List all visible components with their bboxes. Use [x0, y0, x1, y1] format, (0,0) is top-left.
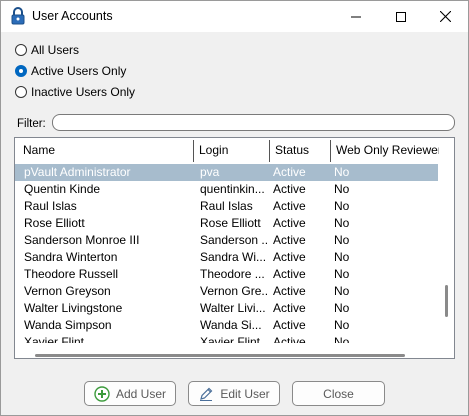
column-header-name[interactable]: Name: [18, 138, 193, 163]
table-row[interactable]: Sanderson Monroe III Sanderson ... Active N…: [15, 232, 439, 249]
radio-button[interactable]: [15, 86, 27, 98]
table-header: Name Login Status Web Only Reviewer: [15, 138, 454, 163]
cell-web-only-reviewer: No: [334, 216, 350, 230]
cell-name: Quentin Kinde: [24, 182, 101, 196]
close-window-button[interactable]: [423, 1, 468, 32]
vertical-scrollbar[interactable]: [438, 163, 454, 343]
cell-login: Sandra Wi...: [200, 250, 267, 264]
add-user-button[interactable]: Add User: [84, 381, 176, 406]
cell-name: Sandra Winterton: [24, 250, 118, 264]
radio-label: Active Users Only: [31, 64, 127, 78]
users-list[interactable]: Name Login Status Web Only Reviewer pVau…: [14, 137, 455, 359]
cell-web-only-reviewer: No: [334, 165, 350, 179]
cell-status: Active: [273, 233, 306, 247]
window-title: User Accounts: [32, 9, 113, 23]
table-row[interactable]: Sandra Winterton Sandra Wi... Active No: [15, 249, 439, 266]
cell-login: Walter Livi...: [200, 301, 266, 315]
minimize-button[interactable]: [333, 1, 378, 32]
cell-login: Theodore ...: [200, 267, 265, 281]
cell-web-only-reviewer: No: [334, 199, 350, 213]
cell-login: Sanderson ...: [200, 233, 268, 247]
cell-web-only-reviewer: No: [334, 284, 350, 298]
table-body: pVault Administrator pva Active No Quentin K…: [15, 164, 439, 351]
filter-label: Filter:: [17, 118, 46, 130]
cell-web-only-reviewer: No: [334, 318, 350, 332]
add-user-label: Add User: [115, 386, 167, 401]
radio-label: Inactive Users Only: [31, 85, 136, 99]
column-header-status[interactable]: Status: [270, 138, 330, 163]
radio-button[interactable]: [15, 65, 27, 77]
cell-login: Wanda Si...: [200, 318, 262, 332]
cell-status: Active: [273, 284, 306, 298]
filter-input[interactable]: [52, 114, 455, 131]
table-row[interactable]: Walter Livingstone Walter Livi... Active No: [15, 300, 439, 317]
cell-login: pva: [200, 165, 220, 179]
cell-name: Theodore Russell: [24, 267, 119, 281]
minimize-icon: [350, 12, 361, 22]
cell-name: Walter Livingstone: [24, 301, 123, 315]
cell-web-only-reviewer: No: [334, 301, 350, 315]
cell-status: Active: [273, 267, 306, 281]
cell-status: Active: [273, 165, 306, 179]
cell-name: Rose Elliott: [24, 216, 85, 230]
table-row[interactable]: Quentin Kinde quentinkin... Active No: [15, 181, 439, 198]
cell-name: Wanda Simpson: [24, 318, 112, 332]
cell-web-only-reviewer: No: [334, 182, 350, 196]
cell-status: Active: [273, 301, 306, 315]
radio-button[interactable]: [15, 44, 27, 56]
table-row[interactable]: Vernon Greyson Vernon Gre... Active No: [15, 283, 439, 300]
table-row[interactable]: Wanda Simpson Wanda Si... Active No: [15, 317, 439, 334]
radio-all-users[interactable]: All Users: [15, 42, 79, 58]
cell-status: Active: [273, 318, 306, 332]
pencil-icon: [198, 386, 214, 402]
cell-status: Active: [273, 199, 306, 213]
cell-web-only-reviewer: No: [334, 267, 350, 281]
table-row[interactable]: Theodore Russell Theodore ... Active No: [15, 266, 439, 283]
close-icon: [440, 11, 451, 22]
cell-login: Raul Islas: [200, 199, 253, 213]
maximize-button[interactable]: [378, 1, 423, 32]
horizontal-scroll-thumb[interactable]: [35, 354, 405, 357]
plus-circle-icon: [94, 385, 110, 402]
table-row[interactable]: Rose Elliott Rose Elliott Active No: [15, 215, 439, 232]
maximize-icon: [395, 11, 406, 22]
cell-web-only-reviewer: No: [334, 233, 350, 247]
radio-label: All Users: [31, 43, 80, 57]
cell-login: Rose Elliott: [200, 216, 261, 230]
cell-login: Vernon Gre...: [200, 284, 268, 298]
edit-user-button[interactable]: Edit User: [188, 381, 280, 406]
column-header-web-only-reviewer[interactable]: Web Only Reviewer: [331, 138, 439, 163]
horizontal-scrollbar[interactable]: [15, 343, 439, 358]
close-button-label: Close: [323, 386, 354, 401]
close-button[interactable]: Close: [292, 381, 385, 406]
user-accounts-window: User Accounts All Users Active Users Onl…: [0, 0, 469, 416]
column-header-login[interactable]: Login: [194, 138, 269, 163]
cell-status: Active: [273, 182, 306, 196]
lock-icon: [11, 7, 25, 25]
cell-name: Raul Islas: [24, 199, 77, 213]
cell-name: Sanderson Monroe III: [24, 233, 140, 247]
title-bar[interactable]: User Accounts: [1, 1, 468, 32]
radio-inactive-users[interactable]: Inactive Users Only: [15, 84, 135, 100]
cell-status: Active: [273, 216, 306, 230]
vertical-scroll-thumb[interactable]: [445, 285, 448, 317]
cell-name: pVault Administrator: [24, 165, 131, 179]
table-row[interactable]: pVault Administrator pva Active No: [15, 164, 439, 181]
edit-user-label: Edit User: [220, 386, 270, 401]
radio-active-users[interactable]: Active Users Only: [15, 63, 126, 79]
cell-name: Vernon Greyson: [24, 284, 111, 298]
cell-status: Active: [273, 250, 306, 264]
table-row[interactable]: Raul Islas Raul Islas Active No: [15, 198, 439, 215]
cell-login: quentinkin...: [200, 182, 265, 196]
cell-web-only-reviewer: No: [334, 250, 350, 264]
